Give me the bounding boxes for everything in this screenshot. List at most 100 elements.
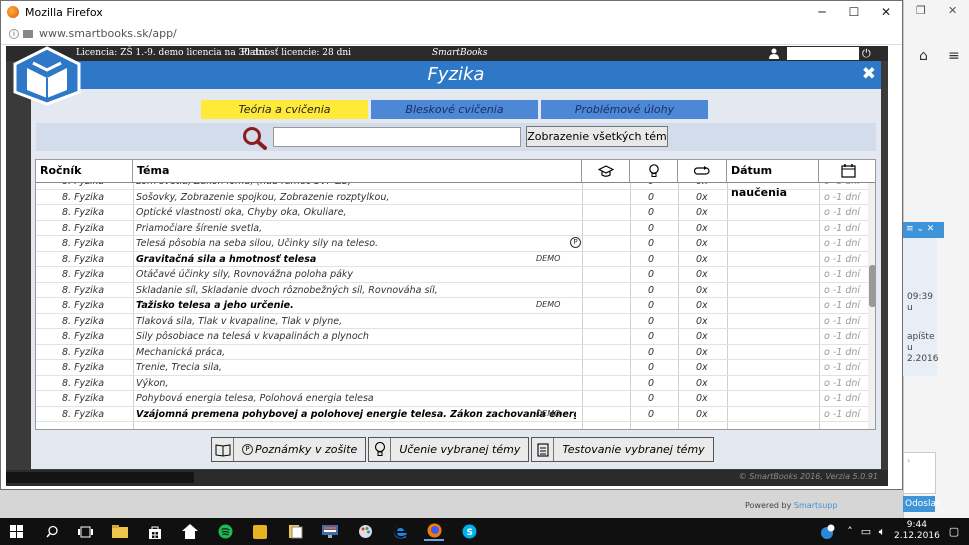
score-cell: 0 [648, 269, 655, 280]
lightbulb-icon[interactable] [630, 160, 678, 183]
search-taskbar-icon[interactable] [42, 522, 62, 541]
volume-icon[interactable]: 🔈︎ [872, 522, 892, 541]
table-row[interactable]: 8. Fyzika Trenie, Trecia sila, 0 0x o -1 dní [36, 360, 868, 376]
brand-text: SmartBooks [432, 48, 488, 58]
days-cell: o -1 dní [824, 253, 861, 265]
search-input[interactable] [273, 127, 521, 147]
tab-bar: Teória a cvičenia Bleskové cvičenia Prob… [201, 100, 708, 119]
minimize-button[interactable]: ─ [806, 5, 838, 19]
grade-cell: 8. Fyzika [62, 253, 105, 265]
topic-cell: Mechanická práca, [136, 346, 226, 358]
test-topic-button[interactable]: Testovanie vybranej témy [531, 437, 714, 462]
table-row[interactable]: 8. Fyzika Gravitačná sila a hmotnosť tele… [36, 252, 868, 267]
table-row[interactable]: 8. Fyzika Mechanická práca, 0 0x o -1 dní [36, 345, 868, 360]
send-button[interactable]: Odoslať [903, 496, 940, 512]
notes-button[interactable]: P Poznámky v zošite [211, 437, 367, 462]
paint-icon[interactable] [355, 522, 375, 541]
close-subject-button[interactable]: ✖ [862, 64, 876, 84]
table-row[interactable]: 8. Fyzika Ťažisko telesa a jeho určenie. D… [36, 298, 868, 314]
grade-cell: 8. Fyzika [62, 408, 105, 420]
topic-cell: Výkon, [136, 377, 169, 389]
action-center-icon[interactable]: ▢ [944, 522, 964, 541]
grid-scrollbar[interactable] [868, 183, 875, 429]
home-taskbar-icon[interactable] [180, 522, 200, 541]
table-row[interactable]: 8. Fyzika Optické vlastnosti oka, Chyby o… [36, 205, 868, 221]
grid-rows: 8. Fyzika Lom svetla, Zákon lomu, (nad rá… [36, 183, 868, 429]
user-field[interactable] [787, 47, 859, 60]
page-icon [23, 29, 33, 38]
show-all-topics-button[interactable]: Zobrazenie všetkých tém [526, 126, 668, 147]
taskbar: S ˄ ▭ 🔈︎ 9:44 2.12.2016 ▢ [0, 518, 969, 545]
spotify-icon[interactable] [215, 522, 235, 541]
tab-teoria[interactable]: Teória a cvičenia [201, 100, 368, 119]
repeat-icon[interactable] [678, 160, 727, 183]
clock[interactable]: 9:44 2.12.2016 [894, 520, 940, 542]
count-cell: 0x [696, 315, 708, 327]
action-buttons: P Poznámky v zošite Učenie vybranej témy… [211, 437, 716, 462]
score-cell: 0 [648, 362, 655, 373]
count-cell: 0x [696, 253, 708, 265]
info-icon[interactable]: i [9, 28, 19, 39]
grade-cell: 8. Fyzika [62, 284, 105, 296]
grade-cell: 8. Fyzika [62, 315, 105, 327]
powered-brand[interactable]: Smartsupp [794, 501, 838, 510]
table-row[interactable]: 8. Fyzika Šošovky, Zobrazenie spojkou, Zo… [36, 190, 868, 205]
firefox-taskbar-icon[interactable] [424, 522, 444, 541]
chat-text: u [907, 303, 913, 313]
footer-bar [6, 472, 194, 483]
learn-topic-button[interactable]: Učenie vybranej témy [368, 437, 530, 462]
table-row[interactable]: 8. Fyzika Výkon, 0 0x o -1 dní [36, 376, 868, 391]
topic-cell: Šošovky, Zobrazenie spojkou, Zobrazenie … [136, 191, 390, 203]
table-row[interactable]: 8. Fyzika Pohybová energia telesa, Poloho… [36, 391, 868, 407]
demo-badge: DEMO [536, 253, 561, 263]
window-title: Mozilla Firefox [25, 5, 103, 19]
grade-cell: 8. Fyzika [62, 269, 105, 280]
table-row[interactable]: 8. Fyzika Priamočiare šírenie svetla, 0 0x o… [36, 221, 868, 236]
files-icon[interactable] [285, 522, 305, 541]
menu-icon[interactable]: ≡ [948, 48, 960, 64]
close-button[interactable]: ✕ [870, 5, 902, 19]
close-icon[interactable]: ✕ [948, 4, 957, 17]
table-row[interactable]: 8. Fyzika Vzájomná premena pohybovej a po… [36, 407, 868, 422]
col-rocnik[interactable]: Ročník [36, 160, 133, 183]
store-icon[interactable] [145, 522, 165, 541]
tab-bleskove[interactable]: Bleskové cvičenia [371, 100, 538, 119]
table-row[interactable]: 8. Fyzika Tlaková sila, Tlak v kvapaline,… [36, 314, 868, 329]
edge-icon[interactable] [390, 522, 410, 541]
calendar-icon[interactable] [819, 160, 875, 183]
chat-input[interactable]: › [903, 452, 936, 494]
table-row[interactable]: 8. Fyzika Sily pôsobiace na telesá v kvap… [36, 329, 868, 345]
topic-cell: Trenie, Trecia sila, [136, 362, 222, 373]
topic-cell: Tlaková sila, Tlak v kvapaline, Tlak v p… [136, 315, 343, 327]
maximize-button[interactable]: ☐ [838, 5, 870, 19]
table-row[interactable]: 8. Fyzika Otáčavé účinky sily, Rovnovážna… [36, 267, 868, 283]
restore-icon[interactable]: ❐ [916, 4, 926, 17]
scroll-thumb[interactable] [869, 265, 875, 307]
grade-cell: 8. Fyzika [62, 300, 105, 311]
topic-cell: Sily pôsobiace na telesá v kvapalinách a… [136, 331, 369, 342]
clipboard-icon [532, 438, 555, 461]
notification-badge-icon[interactable] [817, 522, 837, 541]
url-text[interactable]: www.smartbooks.sk/app/ [39, 27, 177, 40]
task-view-icon[interactable] [75, 522, 95, 541]
start-icon[interactable] [6, 522, 26, 541]
graduation-cap-icon[interactable] [582, 160, 630, 183]
tab-problemove[interactable]: Problémové úlohy [541, 100, 708, 119]
power-icon[interactable]: ⏻ [862, 46, 871, 61]
explorer-icon[interactable] [110, 522, 130, 541]
sticky-notes-icon[interactable] [250, 522, 270, 541]
days-cell: o -1 dní [824, 269, 861, 280]
count-cell: 0x [696, 393, 708, 404]
grade-cell: 8. Fyzika [62, 346, 105, 358]
chat-header[interactable]: ≡ ⌄ ✕ [903, 222, 944, 238]
table-row[interactable]: 8. Fyzika Telesá pôsobia na seba silou, Ú… [36, 236, 868, 252]
col-tema[interactable]: Téma [133, 160, 582, 183]
url-bar[interactable]: i www.smartbooks.sk/app/ [1, 23, 902, 45]
topic-cell: Pohybová energia telesa, Polohová energi… [136, 393, 374, 404]
score-cell: 0 [648, 191, 655, 203]
home-icon[interactable]: ⌂ [919, 48, 928, 64]
remote-desktop-icon[interactable] [320, 522, 340, 541]
table-row[interactable]: 8. Fyzika Skladanie síl, Skladanie dvoch … [36, 283, 868, 298]
skype-icon[interactable]: S [459, 522, 479, 541]
col-datum[interactable]: Dátum naučenia [727, 160, 819, 199]
